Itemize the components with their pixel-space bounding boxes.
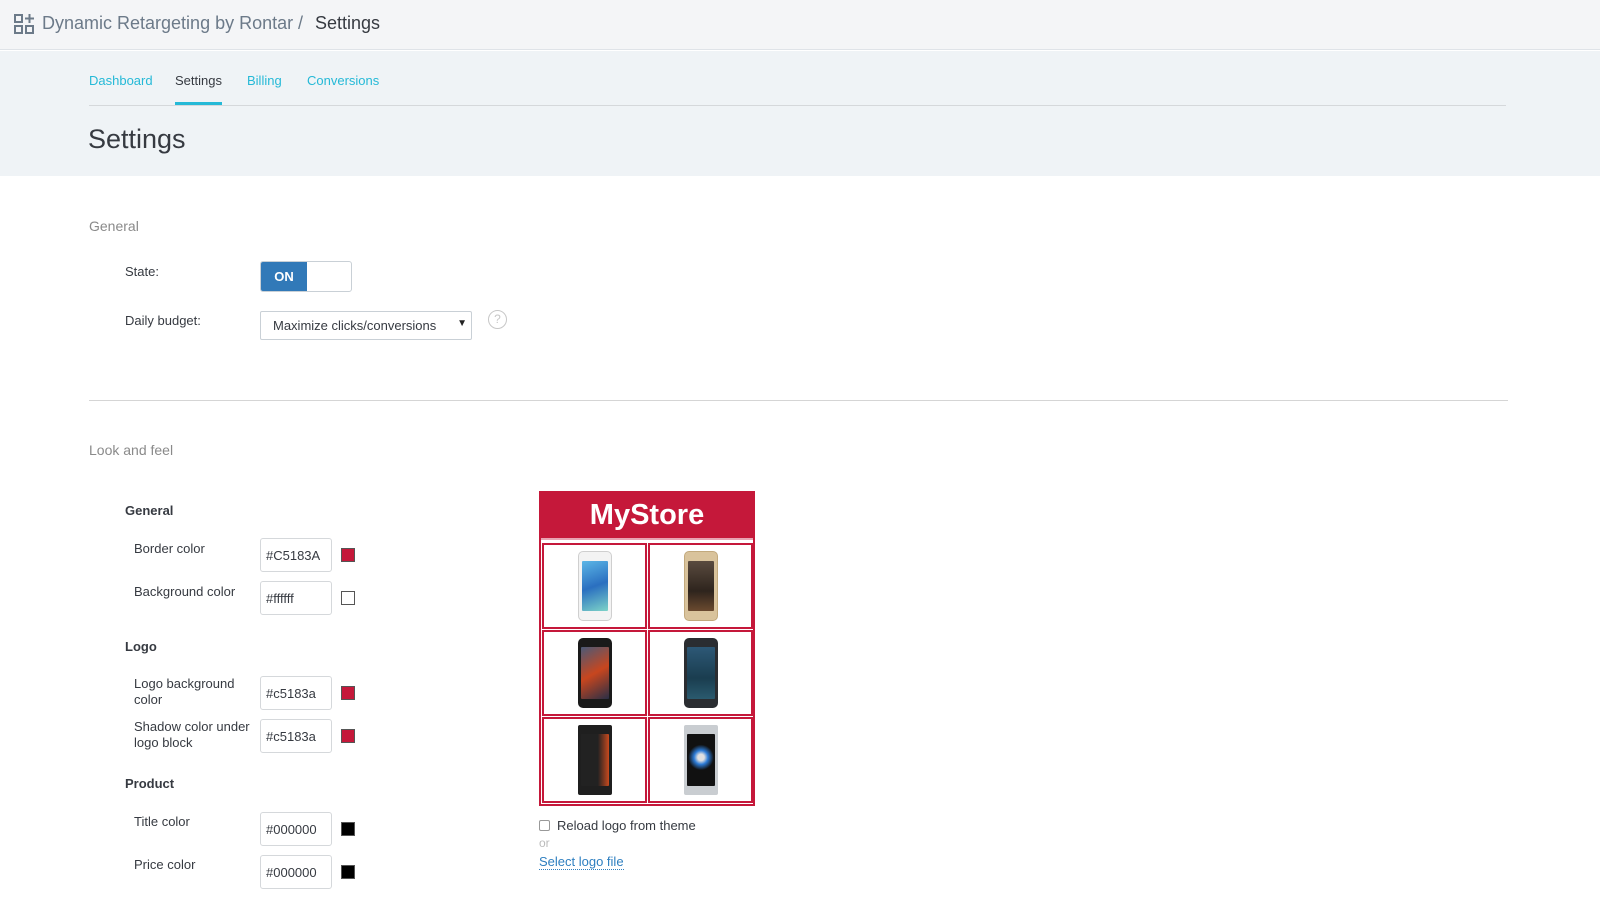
preview-product: [648, 630, 753, 716]
title-color-swatch[interactable]: [341, 822, 355, 836]
section-divider: [89, 400, 1508, 401]
tab-bar: Dashboard Settings Billing Conversions: [89, 51, 1506, 106]
price-color-input[interactable]: #000000: [260, 855, 332, 889]
title-color-label: Title color: [134, 814, 190, 829]
reload-logo-row: Reload logo from theme: [539, 818, 696, 833]
tab-settings[interactable]: Settings: [175, 73, 222, 105]
caret-down-icon: ▼: [457, 318, 467, 329]
shadow-color-swatch[interactable]: [341, 729, 355, 743]
state-toggle[interactable]: ON: [260, 261, 352, 292]
border-color-swatch[interactable]: [341, 548, 355, 562]
price-color-swatch[interactable]: [341, 865, 355, 879]
select-logo-file-link[interactable]: Select logo file: [539, 854, 624, 870]
background-color-input[interactable]: #ffffff: [260, 581, 332, 615]
section-title-look-and-feel: Look and feel: [89, 442, 174, 458]
preview-product: [648, 717, 753, 803]
price-color-label: Price color: [134, 857, 196, 872]
shadow-color-input[interactable]: #c5183a: [260, 719, 332, 753]
daily-budget-select[interactable]: Maximize clicks/conversions ▼: [260, 311, 472, 340]
top-bar: Dynamic Retargeting by Rontar / Settings: [0, 0, 1600, 50]
black-smartphone-blue-screen-image: [683, 638, 718, 708]
daily-budget-value: Maximize clicks/conversions: [273, 318, 437, 333]
tab-conversions[interactable]: Conversions: [307, 73, 379, 88]
reload-logo-label[interactable]: Reload logo from theme: [557, 818, 696, 833]
tab-dashboard[interactable]: Dashboard: [89, 73, 153, 88]
breadcrumb-app[interactable]: Dynamic Retargeting by Rontar: [42, 13, 293, 34]
white-smartphone-image: [577, 551, 612, 621]
page-title: Settings: [88, 124, 186, 154]
logo-background-color-label: Logo background color: [134, 676, 235, 707]
group-title-general: General: [125, 503, 174, 518]
breadcrumb-separator: /: [298, 13, 304, 33]
group-title-product: Product: [125, 776, 175, 791]
preview-product: [542, 543, 647, 629]
apps-add-icon: [14, 14, 34, 34]
state-label: State:: [125, 264, 159, 279]
daily-budget-label: Daily budget:: [125, 313, 201, 328]
help-icon[interactable]: ?: [488, 310, 507, 329]
ad-preview: MyStore: [539, 491, 755, 806]
background-color-swatch[interactable]: [341, 591, 355, 605]
tab-billing[interactable]: Billing: [247, 73, 282, 88]
page-header: Dashboard Settings Billing Conversions S…: [0, 51, 1600, 176]
breadcrumb-current: Settings: [315, 13, 381, 33]
gold-smartphone-image: [683, 551, 718, 621]
background-color-label: Background color: [134, 584, 236, 599]
title-color-input[interactable]: #000000: [260, 812, 332, 846]
border-color-input[interactable]: #C5183A: [260, 538, 332, 572]
group-title-logo: Logo: [125, 639, 157, 654]
state-toggle-on: ON: [261, 262, 307, 291]
silver-smartphone-image: [683, 725, 718, 795]
black-smartphone-orange-wallpaper-image: [577, 638, 612, 708]
preview-logo: MyStore: [541, 493, 753, 538]
border-color-label: Border color: [134, 541, 205, 556]
shadow-color-label: Shadow color under logo block: [134, 719, 250, 750]
black-smartphone-clock-image: [577, 725, 612, 795]
preview-product: [542, 630, 647, 716]
logo-background-color-swatch[interactable]: [341, 686, 355, 700]
preview-product: [648, 543, 753, 629]
section-title-general: General: [89, 218, 139, 234]
logo-background-color-input[interactable]: #c5183a: [260, 676, 332, 710]
preview-product: [542, 717, 647, 803]
or-text: or: [539, 836, 550, 850]
reload-logo-checkbox[interactable]: [539, 820, 550, 831]
